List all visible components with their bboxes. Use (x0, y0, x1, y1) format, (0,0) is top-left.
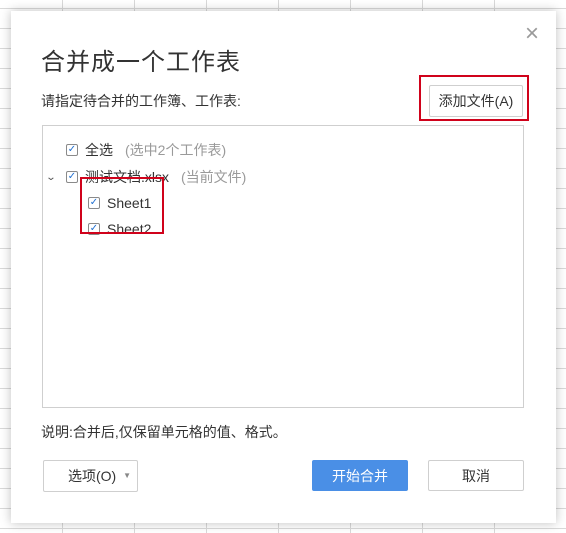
merge-dialog: × 合并成一个工作表 请指定待合并的工作簿、工作表: 添加文件(A) ✓ 全选 … (11, 11, 556, 523)
tree-row-select-all[interactable]: ✓ 全选 (选中2个工作表) (66, 140, 226, 160)
check-icon: ✓ (67, 144, 77, 155)
options-label: 选项(O) (68, 468, 117, 484)
description-text: 说明:合并后,仅保留单元格的值、格式。 (41, 424, 287, 440)
file-checkbox[interactable]: ✓ (66, 171, 78, 183)
select-all-label: 全选 (85, 142, 113, 158)
check-icon: ✓ (67, 171, 77, 182)
close-icon[interactable]: × (523, 22, 541, 46)
caret-down-icon: ▼ (123, 471, 131, 480)
highlight-box-add-file (419, 75, 529, 121)
dialog-title: 合并成一个工作表 (41, 49, 241, 76)
start-merge-button[interactable]: 开始合并 (312, 460, 408, 491)
file-note: (当前文件) (181, 169, 247, 185)
workbook-tree[interactable]: ✓ 全选 (选中2个工作表) ⌄ ✓ 测试文档.xlsx (当前文件) ✓ Sh… (42, 125, 524, 408)
instruction-text: 请指定待合并的工作簿、工作表: (41, 93, 241, 109)
chevron-down-icon[interactable]: ⌄ (45, 172, 58, 183)
options-button[interactable]: 选项(O) ▼ (43, 460, 138, 492)
select-all-note: (选中2个工作表) (125, 142, 227, 158)
select-all-checkbox[interactable]: ✓ (66, 144, 78, 156)
cancel-button[interactable]: 取消 (428, 460, 524, 491)
highlight-box-sheets (80, 177, 164, 234)
